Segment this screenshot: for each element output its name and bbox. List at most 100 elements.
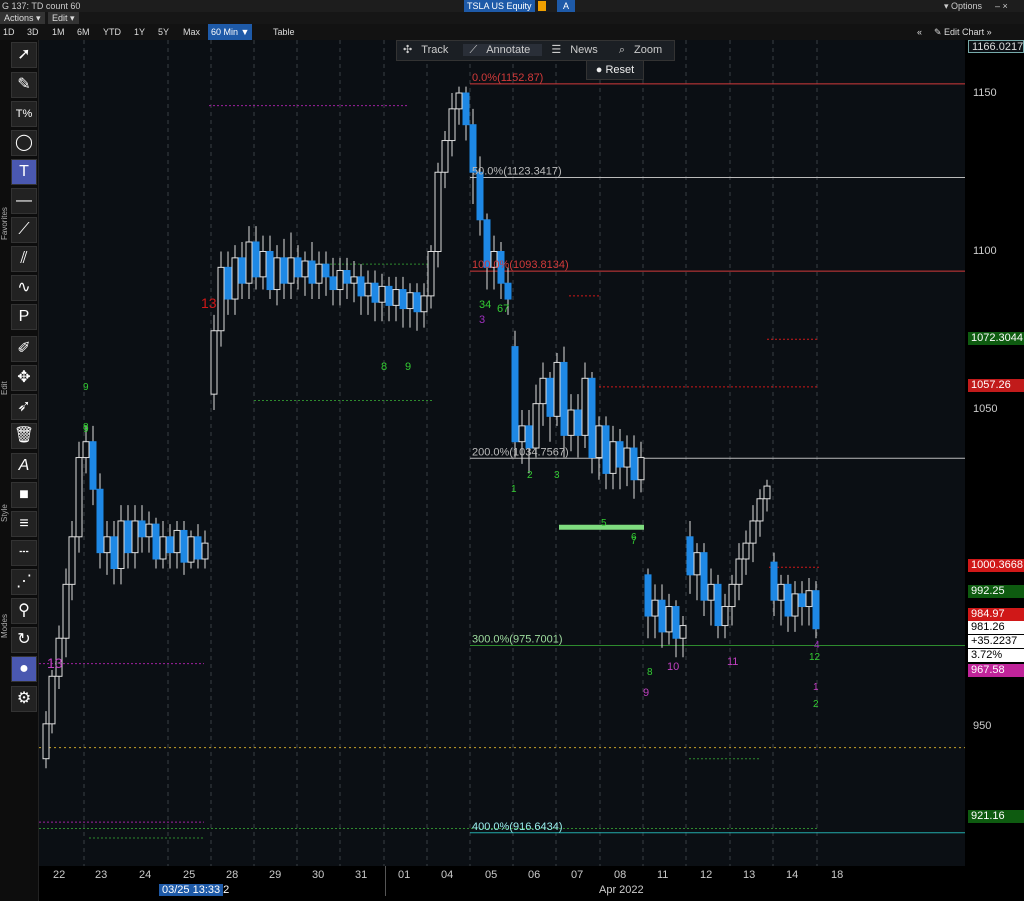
- tf-max[interactable]: Max: [183, 24, 200, 40]
- ticker-dropdown-button[interactable]: [538, 1, 546, 11]
- candlestick: [180, 520, 188, 575]
- td-count-label: 13: [47, 655, 63, 671]
- settings-gear-icon[interactable]: ⚙: [11, 686, 37, 712]
- line-weight-icon[interactable]: ≡: [11, 511, 37, 537]
- candlestick: [399, 276, 407, 328]
- text-percent-tool-icon[interactable]: T%: [11, 101, 37, 127]
- tf-60min[interactable]: 60 Min ▼: [208, 24, 253, 40]
- ticker-a-button[interactable]: A: [557, 0, 576, 12]
- tf-3d[interactable]: 3D: [27, 24, 39, 40]
- candlestick: [567, 394, 575, 452]
- tf-6m[interactable]: 6M: [77, 24, 90, 40]
- favorites-label: Favorites: [0, 207, 9, 240]
- brush-icon[interactable]: ✐: [11, 336, 37, 362]
- tf-1y[interactable]: 1Y: [134, 24, 145, 40]
- dotted-line-icon[interactable]: ⋰: [11, 569, 37, 595]
- tf-1m[interactable]: 1M: [52, 24, 65, 40]
- font-style-icon[interactable]: A: [11, 453, 37, 479]
- ellipse-tool-icon[interactable]: ◯: [11, 130, 37, 156]
- edit-label: Edit: [52, 13, 68, 23]
- candlestick: [350, 261, 358, 303]
- zoom-button[interactable]: ⌕ Zoom: [613, 44, 674, 56]
- date-label: 30: [312, 869, 325, 881]
- candlestick: [742, 530, 750, 575]
- track-label: Track: [421, 44, 449, 56]
- line-style-icon[interactable]: ┄: [11, 540, 37, 566]
- date-label: 23: [95, 869, 108, 881]
- candlestick: [511, 330, 519, 458]
- tf-1d[interactable]: 1D: [3, 24, 15, 40]
- move-icon[interactable]: ✥: [11, 365, 37, 391]
- td-count-label: 5: [601, 518, 607, 529]
- price-tag: 981.26: [968, 621, 1024, 634]
- window-controls[interactable]: – ×: [995, 0, 1008, 12]
- pointer-tool-icon[interactable]: ➚: [11, 42, 37, 68]
- select-plus-icon[interactable]: ➶: [11, 394, 37, 420]
- candlestick: [539, 362, 547, 426]
- candlestick: [735, 543, 743, 601]
- p-tool-icon[interactable]: P: [11, 304, 37, 330]
- magnet-icon[interactable]: ⚲: [11, 598, 37, 624]
- candlestick: [665, 593, 673, 645]
- chart-canvas[interactable]: 0.0%(1152.87) 50.0%(1123.3417) 100.0%(1093…: [39, 40, 965, 866]
- candlestick: [217, 251, 225, 347]
- candlestick: [110, 520, 118, 585]
- tf-5y[interactable]: 5Y: [158, 24, 169, 40]
- text-tool-icon[interactable]: T: [11, 159, 37, 185]
- multi-color-icon[interactable]: ●: [11, 656, 37, 682]
- price-tick-label: 1050: [973, 403, 998, 415]
- collapse-icon[interactable]: «: [917, 24, 922, 40]
- zigzag-icon[interactable]: ∿: [11, 275, 37, 301]
- candlestick: [602, 416, 610, 490]
- candlestick: [525, 410, 533, 474]
- ticker-field[interactable]: TSLA US Equity: [464, 0, 535, 12]
- candlestick: [406, 283, 414, 328]
- edit-chart-label: Edit Chart: [944, 27, 985, 37]
- horizontal-line-icon[interactable]: —: [11, 188, 37, 214]
- style-side-label: Style: [0, 504, 9, 522]
- trendline-icon[interactable]: ⟋: [11, 217, 37, 243]
- reset-label: Reset: [605, 64, 635, 76]
- td-count-label: 34: [479, 299, 491, 311]
- price-tick-label: 1100: [973, 245, 997, 257]
- refresh-mode-icon[interactable]: ↻: [11, 627, 37, 653]
- track-button[interactable]: ✣ Track: [397, 44, 460, 56]
- pencil-tool-icon[interactable]: ✎: [11, 72, 37, 98]
- reset-button[interactable]: ● Reset: [586, 60, 644, 80]
- actions-menu[interactable]: Actions ▾: [0, 12, 45, 24]
- date-axis[interactable]: 22 23 24 25 28 29 30 31 01 04 05 06 07 08 11 12 13 14 18 0…: [39, 866, 965, 901]
- candlestick: [630, 435, 638, 499]
- options-menu[interactable]: ▾ Options: [944, 0, 982, 12]
- candlestick: [784, 574, 792, 632]
- tf-ytd[interactable]: YTD: [103, 24, 121, 40]
- date-label: 07: [571, 869, 584, 881]
- news-button[interactable]: ☰ News: [545, 44, 609, 56]
- td-count-label: 2: [527, 470, 533, 481]
- td-count-label: 9: [83, 424, 89, 435]
- td-count-label: 11: [727, 656, 738, 668]
- candlestick: [581, 362, 589, 449]
- candlestick: [553, 352, 561, 426]
- price-tag: 992.25: [968, 585, 1024, 598]
- date-label: 29: [269, 869, 282, 881]
- fill-color-icon[interactable]: ■: [11, 482, 37, 508]
- trash-icon[interactable]: 🗑: [11, 423, 37, 449]
- price-axis[interactable]: 1150 1100 1050 950: [965, 40, 1024, 866]
- price-tag: 1000.3668: [968, 559, 1024, 572]
- td-count-label: 3: [479, 314, 485, 326]
- candlestick: [42, 711, 50, 769]
- annotate-button[interactable]: ⟋ Annotate: [463, 44, 543, 56]
- channel-icon[interactable]: ⫽: [11, 246, 37, 272]
- candlestick: [749, 505, 757, 563]
- news-label: News: [570, 44, 598, 56]
- edit-chart-button[interactable]: ✎ Edit Chart »: [934, 24, 992, 40]
- price-chart[interactable]: 0.0%(1152.87) 50.0%(1123.3417) 100.0%(1093…: [39, 40, 965, 866]
- edit-menu[interactable]: Edit ▾: [48, 12, 79, 24]
- candlestick: [644, 568, 652, 639]
- candlestick: [48, 669, 56, 734]
- td-count-label: 3: [554, 470, 560, 481]
- price-tag: 984.97: [968, 608, 1024, 621]
- candlestick: [763, 479, 771, 512]
- table-button[interactable]: Table: [273, 24, 295, 40]
- td-count-label: 9: [83, 382, 89, 393]
